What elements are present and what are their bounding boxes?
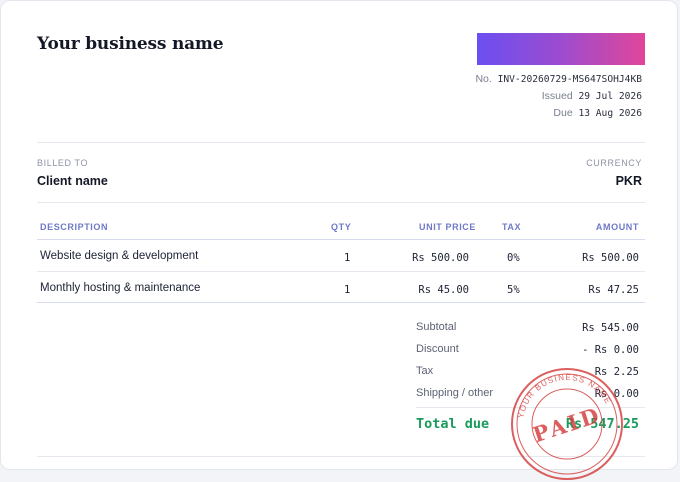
col-header-tax: TAX [502,222,522,232]
subtotal-value: Rs 545.00 [582,322,639,334]
business-name: Your business name [37,34,224,54]
shipping-label: Shipping / other [416,387,494,399]
due-label: Due [553,107,573,119]
col-header-qty: QTY [331,222,352,232]
table-header-rule [37,239,645,240]
col-header-amount: AMOUNT [595,222,639,232]
issued-row: Issued 29 Jul 2026 [542,90,642,102]
currency-value: PKR [615,174,642,188]
col-header-unit-price: UNIT PRICE [419,222,477,232]
due-date: 13 Aug 2026 [578,108,642,119]
col-header-description: DESCRIPTION [40,222,109,232]
row-tax: 0% [507,252,520,264]
divider [37,202,645,203]
row-qty: 1 [344,252,351,264]
tax-label: Tax [416,365,434,377]
issued-label: Issued [541,90,573,102]
invoice-number: INV-20260729-MS647SOHJ4KB [497,74,642,85]
currency-label: CURRENCY [586,158,642,168]
row-unit-price: Rs 45.00 [418,284,469,296]
row-description: Monthly hosting & maintenance [40,282,201,294]
invoice-number-row: No. INV-20260729-MS647SOHJ4KB [475,73,642,85]
row-amount: Rs 47.25 [588,284,639,296]
stamp-paid-text: PAID [530,402,605,448]
issued-date: 29 Jul 2026 [578,91,642,102]
billed-to-value: Client name [37,174,108,188]
row-divider [37,271,645,272]
divider [37,142,645,143]
due-row: Due 13 Aug 2026 [553,107,642,119]
paid-stamp: YOUR BUSINESS NAME PAID [511,368,623,480]
row-description: Website design & development [40,250,199,262]
billed-to-label: BILLED TO [37,158,89,168]
subtotal-label: Subtotal [416,321,457,333]
logo-placeholder [477,33,645,65]
invoice-sheet: Your business name No. INV-20260729-MS64… [0,0,678,480]
row-tax: 5% [507,284,520,296]
table-bottom-rule [37,302,645,303]
discount-value: - Rs 0.00 [582,344,639,356]
invoice-number-label: No. [475,73,492,85]
row-unit-price: Rs 500.00 [412,252,469,264]
row-qty: 1 [344,284,351,296]
discount-label: Discount [416,343,459,355]
total-due-label: Total due [416,416,490,432]
row-amount: Rs 500.00 [582,252,639,264]
